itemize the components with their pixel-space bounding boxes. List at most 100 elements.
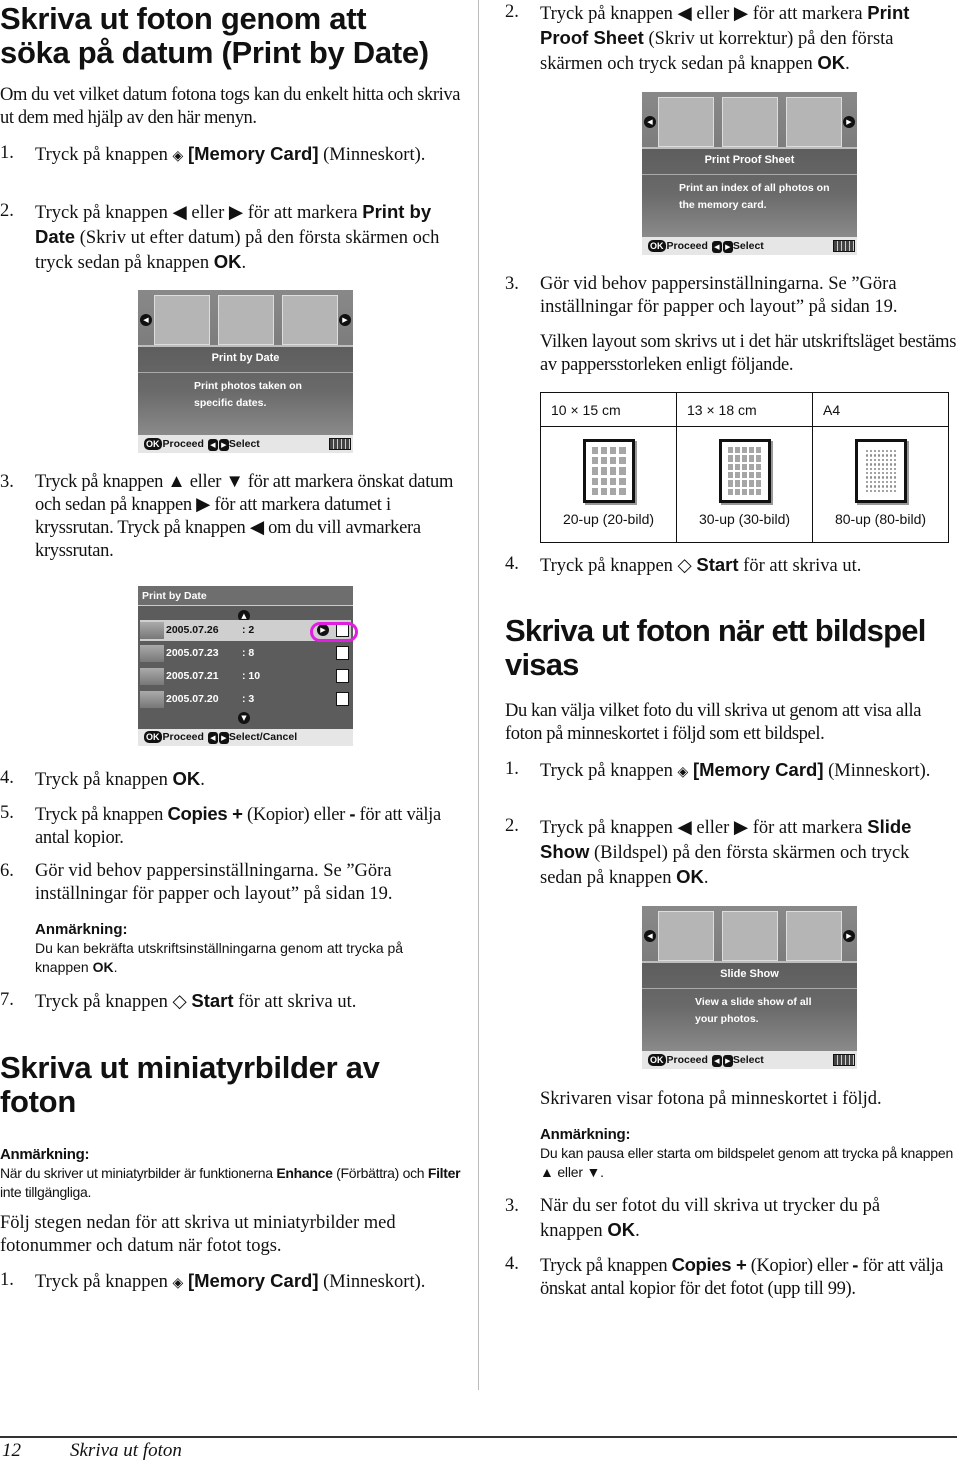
screen-title: Print by Date [211, 352, 280, 364]
thumbnail-proof-sheet [282, 295, 338, 345]
column-divider [478, 0, 479, 1390]
table-cell: 30-up (30-bild) [676, 426, 813, 543]
step-2: 2. Tryck på knappen ◀ eller ▶ för att ma… [0, 201, 440, 273]
note-thumbnails: Anmärkning: När du skriver ut miniatyrbi… [0, 1146, 461, 1200]
checkbox[interactable] [336, 646, 349, 660]
thumbnail-calendar [658, 97, 714, 147]
footer-rule [0, 1436, 957, 1438]
ok-button-icon: OK [648, 1054, 666, 1066]
screen-button-bar: OK Proceed ◀ ▶ Select [642, 1051, 857, 1069]
proof-step-4: 4. Tryck på knappen ◇ Start för att skri… [505, 554, 862, 576]
thumbnail-memory-card [786, 911, 842, 961]
table-header: A4 [812, 392, 949, 427]
screen-description: Print photos taken on specific dates. [194, 380, 302, 409]
section-title-print-by-date: Skriva ut foton genom att söka på datum … [0, 1, 429, 70]
slideshow-step-4: 4. Tryck på knappen Copies + (Kopior) el… [505, 1254, 944, 1299]
table-cell: 80-up (80-bild) [812, 426, 949, 543]
right-button-icon: ▶ [218, 439, 229, 451]
thumbnail-photos [154, 295, 210, 345]
photo-thumbnail [140, 645, 164, 662]
note-confirm-settings: Anmärkning: Du kan bekräfta utskriftsins… [35, 921, 404, 975]
layout-30-up-icon [718, 439, 771, 503]
screen-button-bar: OK Proceed ◀ ▶ Select [138, 435, 353, 453]
left-arrow-icon: ◀ [644, 116, 656, 128]
memory-card-icon: ◈ [172, 1275, 184, 1291]
photo-thumbnail [140, 668, 164, 685]
date-row[interactable]: 2005.07.20 : 3 [140, 689, 351, 710]
right-button-icon: ▶ [218, 732, 229, 744]
proof-step-2: 2. Tryck på knappen ◀ eller ▶ för att ma… [505, 2, 910, 74]
lcd-screen-print-by-date: ◀ ▶ Print by Date Print photos taken on s… [138, 290, 353, 453]
photo-thumbnail [140, 622, 164, 639]
right-arrow-icon: ▶ [339, 314, 351, 326]
left-arrow-icon: ◀ [140, 314, 152, 326]
screen-button-bar: OK Proceed ◀ ▶ Select [642, 237, 857, 255]
date-row[interactable]: 2005.07.23 : 8 [140, 643, 351, 664]
slideshow-intro: Du kan välja vilket foto du vill skriva … [505, 701, 922, 744]
footer-title: Skriva ut foton [70, 1440, 182, 1461]
step-5: 5. Tryck på knappen Copies + (Kopior) el… [0, 803, 441, 848]
ok-button-icon: OK [648, 240, 666, 252]
right-arrow-icon: ▶ [843, 116, 855, 128]
section-title-thumbnails: Skriva ut miniatyrbilder av foton [0, 1050, 380, 1119]
note-pause-slideshow: Anmärkning: Du kan pausa eller starta om… [540, 1126, 954, 1180]
photo-thumbnail [140, 691, 164, 708]
right-button-icon: ▶ [722, 241, 733, 253]
layout-80-up-icon [854, 439, 907, 503]
layout-description: Vilken layout som skrivs ut i det här ut… [540, 332, 957, 375]
thumbnail-calendar [218, 295, 274, 345]
step-1: 1. Tryck på knappen ◈ [Memory Card] (Min… [0, 143, 426, 165]
table-cell: 20-up (20-bild) [540, 426, 677, 543]
left-button-icon: ◀ [711, 1055, 722, 1067]
highlight-circle [310, 622, 358, 642]
table-header: 13 × 18 cm [676, 392, 813, 427]
section-title-slideshow: Skriva ut foton när ett bildspel visas [505, 613, 926, 682]
step-4: 4. Tryck på knappen OK. [0, 768, 205, 790]
lcd-screen-proof-sheet: ◀ ▶ Print Proof Sheet Print an index of … [642, 92, 857, 255]
thumbnail-flower [786, 97, 842, 147]
slideshow-step-2: 2. Tryck på knappen ◀ eller ▶ för att ma… [505, 816, 912, 888]
left-button-icon: ◀ [207, 732, 218, 744]
slideshow-after-screen: Skrivaren visar fotona på minneskortet i… [540, 1089, 882, 1109]
memory-card-icon: ◈ [172, 148, 184, 164]
layout-20-up-icon [582, 439, 635, 503]
left-button-icon: ◀ [207, 439, 218, 451]
battery-icon [833, 1054, 855, 1066]
step-3: 3. Tryck på knappen ▲ eller ▼ för att ma… [0, 472, 454, 561]
screen-title: Slide Show [720, 968, 779, 980]
checkbox[interactable] [336, 669, 349, 683]
ok-button-icon: OK [144, 731, 162, 743]
lcd-screen-slide-show: ◀ ▶ Slide Show View a slide show of all y… [642, 906, 857, 1069]
thumbnails-intro: Följ stegen nedan för att skriva ut mini… [0, 1213, 396, 1256]
page-number: 12 [2, 1440, 21, 1461]
left-button-icon: ◀ [711, 241, 722, 253]
screen-title: Print by Date [138, 586, 353, 606]
step-7: 7. Tryck på knappen ◇ Start för att skri… [0, 990, 357, 1012]
screen-button-bar: OK Proceed ◀ ▶ Select/Cancel [138, 729, 353, 746]
memory-card-icon: ◈ [677, 764, 689, 780]
checkbox[interactable] [336, 692, 349, 706]
thumbnail-flower [722, 911, 778, 961]
screen-title: Print Proof Sheet [704, 154, 795, 166]
date-row[interactable]: 2005.07.21 : 10 [140, 666, 351, 687]
slideshow-step-1: 1. Tryck på knappen ◈ [Memory Card] (Min… [505, 759, 931, 781]
slideshow-step-3: 3. När du ser fotot du vill skriva ut tr… [505, 1196, 881, 1241]
right-button-icon: ▶ [722, 1055, 733, 1067]
screen-description: Print an index of all photos on the memor… [679, 182, 830, 211]
table-header: 10 × 15 cm [540, 392, 677, 427]
left-arrow-icon: ◀ [644, 930, 656, 942]
proof-step-3: 3. Gör vid behov pappersinställningarna.… [505, 274, 898, 317]
thumbnail-proof-sheet [722, 97, 778, 147]
step-6: 6. Gör vid behov pappersinställningarna.… [0, 861, 393, 904]
intro-paragraph: Om du vet vilket datum fotona togs kan d… [0, 85, 461, 128]
battery-icon [833, 240, 855, 252]
down-arrow-icon: ▼ [238, 712, 250, 724]
battery-icon [329, 438, 351, 450]
ok-button-icon: OK [144, 438, 162, 450]
screen-description: View a slide show of all your photos. [695, 996, 812, 1025]
layout-table: 10 × 15 cm 13 × 18 cm A4 20-up (20-bild)… [540, 392, 949, 543]
thumbnail-proof-sheet [658, 911, 714, 961]
lcd-screen-date-list: Print by Date ▲ 2005.07.26 : 2 ▶ 2005.07… [138, 586, 358, 746]
thumbnails-step-1: 1. Tryck på knappen ◈ [Memory Card] (Min… [0, 1270, 426, 1292]
right-arrow-icon: ▶ [843, 930, 855, 942]
